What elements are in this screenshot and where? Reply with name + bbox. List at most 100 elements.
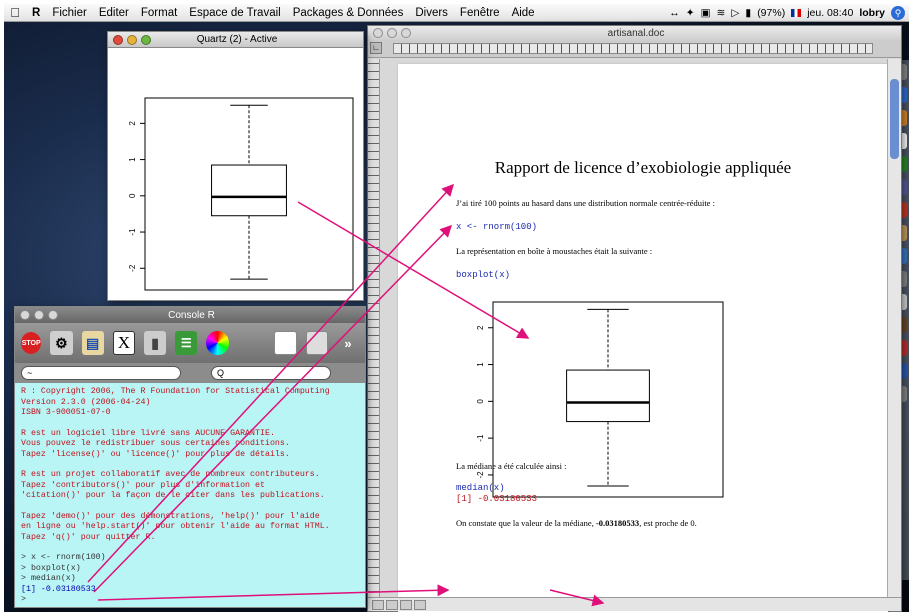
console-line: 'citation()' pour la façon de le citer d… [21,491,325,500]
quartz-close-button[interactable] [113,34,123,45]
median-value: -0.03180533 [595,518,640,528]
user-name[interactable]: lobry [859,7,885,19]
console-line: R est un logiciel libre livré sans AUCUN… [21,428,275,438]
console-close-button[interactable] [20,310,30,320]
menu-fenetre[interactable]: Fenêtre [454,7,506,19]
console-output[interactable]: R : Copyright 2006, The R Foundation for… [15,383,365,610]
ruler-scale[interactable] [393,43,873,54]
color-wheel-icon[interactable] [206,331,229,355]
quartz-zoom-button[interactable] [141,34,151,45]
menu-espace-de-travail[interactable]: Espace de Travail [183,7,286,19]
menu-packages-donnees[interactable]: Packages & Données [287,7,410,19]
console-line: Version 2.3.0 (2006-04-24) [21,397,151,407]
console-search-row: ~ Q [15,363,365,383]
y-tick-label: 2 [128,121,137,126]
new-document-icon[interactable] [274,331,297,355]
console-minimize-button[interactable] [34,310,44,320]
stop-icon[interactable]: STOP [21,332,42,354]
battery-percent: (97%) [757,6,786,19]
y-tick-label: 0 [476,399,485,404]
console-toolbar: STOP ⚙ ▤ X ▮ ☰ » [15,323,365,363]
median-result: [1] -0.03180533 [456,494,538,504]
console-window: Console R STOP ⚙ ▤ X ▮ ☰ » ~ Q R : Copyr… [14,306,366,608]
console-line: Tapez 'q()' pour quitter R. [21,532,156,542]
console-paragraph-3: R est un projet collaboratif avec de nom… [21,470,359,502]
zoom-button[interactable] [401,28,411,38]
menu-editer[interactable]: Editer [93,7,135,19]
display-icon[interactable]: ▣ [701,7,711,19]
console-titlebar[interactable]: Console R [15,307,365,323]
console-line: en ligne ou 'help.start()' pour obtenir … [21,522,330,531]
document-window: artisanal.doc ∟ Rapport de licence d’exo… [367,25,902,616]
console-line: Tapez 'contributors()' pour plus d'infor… [21,480,265,490]
run-source-icon[interactable]: ⚙ [50,331,73,355]
y-tick-label: -2 [476,471,485,479]
list-icon[interactable]: ☰ [175,331,198,355]
flag-icon[interactable] [791,8,802,17]
view-page-button[interactable] [400,599,412,610]
console-line: ISBN 3-900051-07-0 [21,408,111,417]
code-rnorm: x <- rnorm(100) [456,222,538,232]
working-dir-field[interactable]: ~ [21,366,181,380]
spotlight-icon[interactable]: ⚲ [891,5,905,20]
paragraph-1: J’ai tiré 100 points au hasard dans une … [456,198,715,208]
wifi-icon[interactable]: ≋ [717,7,726,19]
paragraph-4: On constate que la valeur de la médiane,… [456,518,697,528]
console-line: Tapez 'license()' ou 'licence()' pour pl… [21,449,290,459]
menubar-extras: ↔ ✦ ▣ ≋ ▷ ▮ (97%) jeu. 08:40 lobry ⚲ [669,5,909,20]
code-boxplot: boxplot(x) [456,270,511,280]
code-median: median(x) [456,483,505,493]
view-notebook-button[interactable] [414,599,426,610]
console-paragraph-4: Tapez 'demo()' pour des démonstrations, … [21,512,359,544]
menu-app-r[interactable]: R [26,7,46,19]
y-tick-label: -2 [128,264,137,272]
document-titlebar[interactable]: artisanal.doc [368,26,901,40]
x11-icon[interactable]: X [112,331,135,355]
view-normal-button[interactable] [372,599,384,610]
console-title: Console R [168,309,215,321]
more-chevron-icon[interactable]: » [337,331,359,355]
menu-fichier[interactable]: Fichier [46,7,93,19]
arrows-icon[interactable]: ↔ [669,7,680,19]
close-button[interactable] [373,28,383,38]
paragraph-4-end: , est proche de 0. [639,518,697,528]
console-prompt[interactable]: > [21,595,359,606]
paragraph-4-start: On constate que la valeur de la médiane, [456,518,596,528]
menu-aide[interactable]: Aide [506,7,541,19]
box [566,369,650,423]
y-tick-label: -1 [476,434,485,442]
clock[interactable]: jeu. 08:40 [807,7,853,19]
menu-divers[interactable]: Divers [409,7,454,19]
apple-menu-icon[interactable]:  [4,5,26,20]
box [211,164,287,217]
lock-icon[interactable]: ▮ [144,331,167,355]
document-page[interactable]: Rapport de licence d’exobiologie appliqu… [398,64,888,616]
volume-icon[interactable]: ▷ [731,7,739,19]
console-command-boxplot: > boxplot(x) [21,563,81,573]
console-line: Tapez 'demo()' pour des démonstrations, … [21,511,320,521]
help-search-field[interactable]: Q [211,366,331,380]
bluetooth-icon[interactable]: ✦ [686,7,695,19]
battery-icon[interactable]: ▮ [745,7,751,19]
scrollbar-thumb[interactable] [890,79,899,159]
vertical-ruler[interactable] [368,59,380,599]
menu-format[interactable]: Format [135,7,183,19]
vertical-scrollbar[interactable] [887,59,901,599]
quartz-titlebar[interactable]: Quartz (2) - Active [108,32,363,48]
view-outline-button[interactable] [386,599,398,610]
quartz-boxplot: 2 1 0 -1 -2 [128,97,354,291]
console-line: R est un projet collaboratif avec de nom… [21,470,320,479]
console-window-controls [20,310,58,320]
tab-selector-icon[interactable]: ∟ [370,42,382,54]
print-icon[interactable] [305,331,328,355]
view-buttons-bar [368,597,901,611]
minimize-button[interactable] [387,28,397,38]
horizontal-ruler[interactable]: ∟ [368,40,901,58]
console-line: Vous pouvez le redistribuer sous certain… [21,439,290,448]
console-zoom-button[interactable] [48,310,58,320]
quartz-minimize-button[interactable] [127,34,137,45]
quartz-plot-icon[interactable]: ▤ [81,331,104,355]
console-command-median: > median(x) [21,574,76,583]
document-title: artisanal.doc [607,27,665,39]
console-line: R : Copyright 2006, The R Foundation for… [21,387,330,396]
